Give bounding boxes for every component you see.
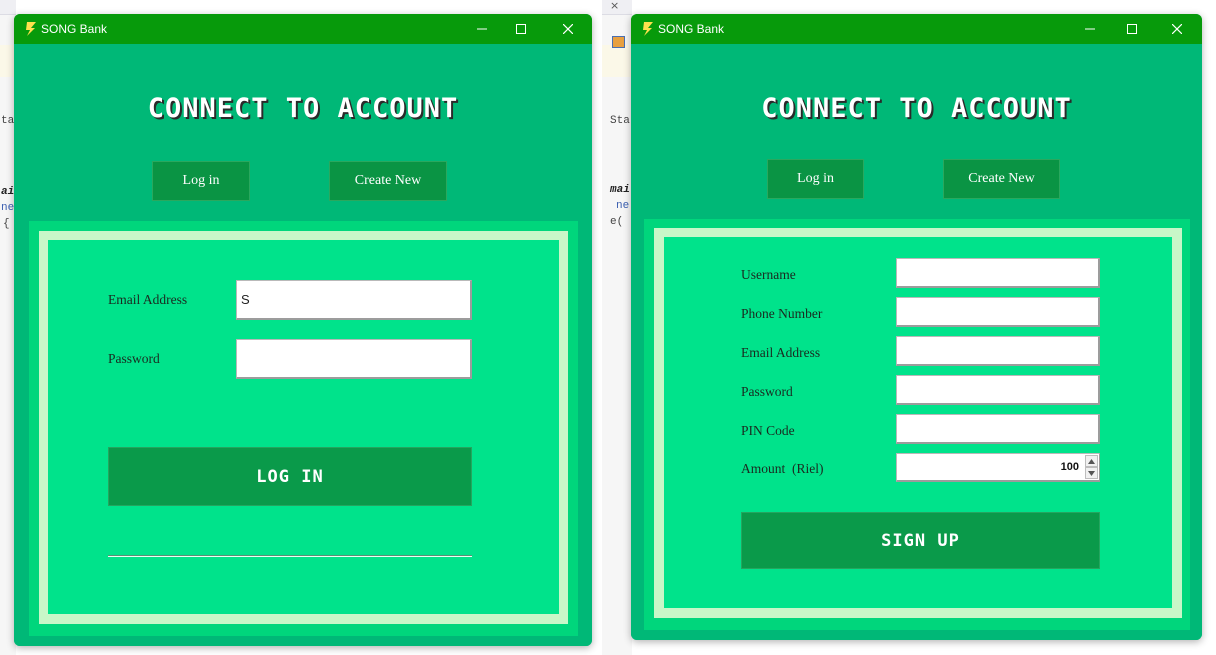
create-new-tab-button[interactable]: Create New — [329, 161, 447, 201]
close-icon — [563, 24, 573, 34]
minimize-icon — [1085, 28, 1095, 30]
email-address-label: Email Address — [108, 292, 188, 307]
minimize-button[interactable] — [464, 14, 500, 44]
maximize-icon — [1127, 24, 1137, 34]
window-title: SONG Bank — [658, 22, 725, 36]
page-title: CONNECT TO ACCOUNT — [761, 93, 1072, 124]
password-input[interactable] — [236, 339, 472, 379]
title-bar[interactable]: SONG Bank — [14, 14, 592, 44]
phone-number-label: Phone Number — [741, 306, 823, 321]
divider-line — [108, 555, 472, 557]
username-label: Username — [741, 267, 796, 282]
maximize-button[interactable] — [1114, 14, 1150, 44]
maximize-icon — [516, 24, 526, 34]
close-button[interactable] — [550, 14, 586, 44]
close-icon — [1172, 24, 1182, 34]
amount-spinner[interactable]: 100 — [896, 453, 1100, 482]
pin-code-label: PIN Code — [741, 423, 795, 438]
spinner-up-button[interactable] — [1085, 455, 1098, 467]
ide-code-fragment: ai — [1, 186, 15, 198]
username-input[interactable] — [896, 258, 1100, 288]
song-bank-logo-icon — [26, 22, 36, 36]
ide-code-fragment: ta — [1, 115, 15, 127]
song-bank-logo-icon — [643, 22, 653, 36]
email-address-input[interactable] — [236, 280, 472, 320]
ide-toolbar-icon — [612, 36, 625, 48]
ide-close-icon[interactable]: × — [610, 0, 619, 12]
signup-window: SONG Bank CONNECT TO ACCOUNT Log in Crea… — [631, 14, 1202, 640]
login-tab-button[interactable]: Log in — [152, 161, 250, 201]
amount-label: Amount (Riel) — [741, 461, 824, 476]
spinner-up-arrow-icon — [1088, 458, 1095, 464]
email-address-label: Email Address — [741, 345, 821, 360]
form-panel-inner: Username Phone Number Email Address Pass… — [664, 237, 1172, 608]
login-tab-button[interactable]: Log in — [767, 159, 864, 199]
password-input[interactable] — [896, 375, 1100, 405]
minimize-button[interactable] — [1072, 14, 1108, 44]
ide-code-fragment: ne — [616, 200, 630, 212]
background-ide-right: × Sta mai ne e( — [602, 0, 632, 655]
form-panel: Email Address Password LOG IN — [29, 221, 578, 636]
phone-number-input[interactable] — [896, 297, 1100, 327]
login-button[interactable]: LOG IN — [108, 447, 472, 506]
page-title: CONNECT TO ACCOUNT — [147, 93, 459, 124]
form-panel-inner: Email Address Password LOG IN — [48, 240, 559, 614]
ide-highlight-band — [602, 45, 632, 77]
password-label: Password — [741, 384, 793, 399]
ide-code-fragment: ne — [1, 202, 15, 214]
password-label: Password — [108, 351, 160, 366]
signup-button[interactable]: SIGN UP — [741, 512, 1100, 569]
ide-topbar — [0, 0, 16, 15]
ide-code-fragment: Sta — [610, 115, 630, 127]
form-panel: Username Phone Number Email Address Pass… — [644, 219, 1190, 630]
ide-code-fragment: e( — [610, 216, 624, 228]
title-bar[interactable]: SONG Bank — [631, 14, 1202, 44]
login-window: SONG Bank CONNECT TO ACCOUNT Log in Crea… — [14, 14, 592, 646]
minimize-icon — [477, 28, 487, 30]
spinner-down-arrow-icon — [1088, 470, 1095, 476]
ide-code-fragment: { — [3, 218, 10, 230]
spinner-down-button[interactable] — [1085, 467, 1098, 479]
maximize-button[interactable] — [503, 14, 539, 44]
pin-code-input[interactable] — [896, 414, 1100, 444]
amount-value[interactable]: 100 — [1061, 461, 1079, 473]
window-body: CONNECT TO ACCOUNT Log in Create New Ema… — [14, 44, 592, 646]
close-button[interactable] — [1159, 14, 1195, 44]
create-new-tab-button[interactable]: Create New — [943, 159, 1060, 199]
window-title: SONG Bank — [41, 22, 108, 36]
ide-code-fragment: mai — [610, 184, 630, 196]
email-address-input[interactable] — [896, 336, 1100, 366]
window-body: CONNECT TO ACCOUNT Log in Create New Use… — [631, 44, 1202, 640]
